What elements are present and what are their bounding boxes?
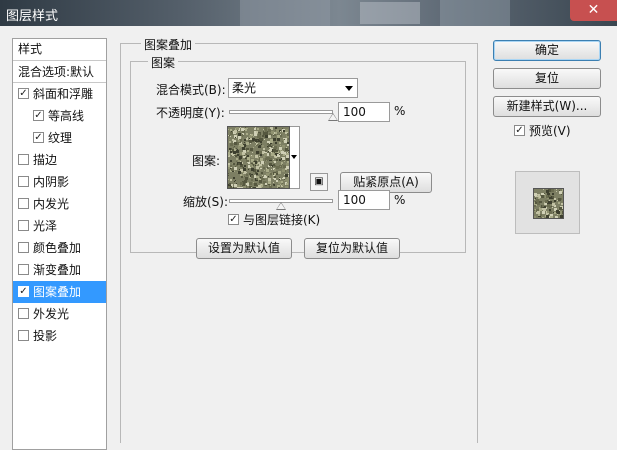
reset-default-button[interactable]: 复位为默认值 [304, 238, 400, 259]
preview-checkbox[interactable]: 预览(V) [514, 122, 571, 139]
style-item[interactable]: 描边 [13, 149, 106, 171]
close-icon: ✕ [587, 2, 600, 18]
close-button[interactable]: ✕ [570, 0, 617, 21]
style-item-label: 渐变叠加 [33, 263, 82, 277]
styles-list: 样式 混合选项:默认斜面和浮雕等高线纹理描边内阴影内发光光泽颜色叠加渐变叠加图案… [12, 38, 107, 450]
opacity-slider[interactable] [229, 110, 333, 114]
title-bar: 图层样式 ✕ [0, 0, 617, 26]
style-item-label: 图案叠加 [33, 285, 82, 299]
checkbox[interactable] [33, 110, 44, 121]
pattern-label: 图案: [192, 154, 221, 168]
reset-button[interactable]: 复位 [493, 68, 601, 89]
opacity-unit: % [394, 104, 406, 118]
style-item-label: 颜色叠加 [33, 241, 82, 255]
style-item[interactable]: 光泽 [13, 215, 106, 237]
subgroup-title: 图案 [148, 54, 179, 71]
checkbox[interactable] [514, 125, 525, 136]
style-item[interactable]: 纹理 [13, 127, 106, 149]
style-item-label: 光泽 [33, 219, 58, 233]
blend-mode-select[interactable]: 柔光 [228, 78, 358, 98]
set-default-button[interactable]: 设置为默认值 [196, 238, 292, 259]
opacity-slider-thumb[interactable] [328, 113, 338, 121]
style-item-label: 内阴影 [33, 175, 70, 189]
style-item[interactable]: 斜面和浮雕 [13, 83, 106, 105]
link-with-layer-label: 与图层链接(K) [243, 213, 321, 227]
style-item-label: 描边 [33, 153, 58, 167]
opacity-input[interactable]: 100 [338, 102, 390, 122]
style-item[interactable]: 内发光 [13, 193, 106, 215]
style-item-label: 纹理 [48, 131, 73, 145]
style-item[interactable]: 渐变叠加 [13, 259, 106, 281]
checkbox[interactable] [18, 286, 29, 297]
preview-thumbnail [533, 188, 564, 219]
scale-slider-thumb[interactable] [276, 202, 286, 210]
preview-texture [534, 189, 563, 218]
checkbox[interactable] [18, 242, 29, 253]
new-preset-icon[interactable]: ▣ [310, 173, 328, 191]
opacity-label: 不透明度(Y): [156, 106, 225, 120]
style-item-label: 斜面和浮雕 [33, 87, 94, 101]
checkbox[interactable] [18, 154, 29, 165]
window-title: 图层样式 [6, 9, 59, 24]
blend-mode-label: 混合模式(B): [156, 83, 226, 97]
styles-header[interactable]: 样式 [13, 39, 106, 61]
style-item-label: 外发光 [33, 307, 70, 321]
style-item-label: 混合选项:默认 [18, 65, 95, 79]
background-blur [360, 2, 420, 24]
style-item[interactable]: 颜色叠加 [13, 237, 106, 259]
pattern-picker-dropdown[interactable] [290, 126, 300, 189]
scale-unit: % [394, 193, 406, 207]
style-item[interactable]: 投影 [13, 325, 106, 347]
style-item-label: 投影 [33, 329, 58, 343]
checkbox[interactable] [18, 308, 29, 319]
pattern-swatch[interactable] [227, 126, 290, 189]
style-item[interactable]: 等高线 [13, 105, 106, 127]
checkbox[interactable] [228, 214, 239, 225]
scale-input[interactable]: 100 [338, 190, 390, 210]
checkbox[interactable] [18, 88, 29, 99]
blend-mode-value: 柔光 [232, 81, 257, 95]
style-item-label: 等高线 [48, 109, 85, 123]
style-item[interactable]: 图案叠加 [13, 281, 106, 303]
group-title: 图案叠加 [141, 36, 196, 53]
layer-style-dialog: 样式 混合选项:默认斜面和浮雕等高线纹理描边内阴影内发光光泽颜色叠加渐变叠加图案… [0, 26, 617, 450]
preview-label: 预览(V) [529, 124, 571, 138]
scale-label: 缩放(S): [183, 195, 229, 209]
style-preview [515, 171, 580, 234]
style-item-label: 内发光 [33, 197, 70, 211]
checkbox[interactable] [18, 198, 29, 209]
background-blur [240, 0, 330, 26]
style-item[interactable]: 外发光 [13, 303, 106, 325]
pattern-texture [228, 127, 289, 188]
checkbox[interactable] [18, 220, 29, 231]
background-blur [440, 0, 510, 26]
style-item[interactable]: 内阴影 [13, 171, 106, 193]
ok-button[interactable]: 确定 [493, 40, 601, 61]
link-with-layer-checkbox[interactable]: 与图层链接(K) [228, 211, 320, 228]
new-style-button[interactable]: 新建样式(W)... [493, 96, 601, 117]
style-item[interactable]: 混合选项:默认 [13, 61, 106, 83]
checkbox[interactable] [18, 330, 29, 341]
checkbox[interactable] [33, 132, 44, 143]
checkbox[interactable] [18, 176, 29, 187]
checkbox[interactable] [18, 264, 29, 275]
chevron-down-icon [345, 86, 353, 91]
